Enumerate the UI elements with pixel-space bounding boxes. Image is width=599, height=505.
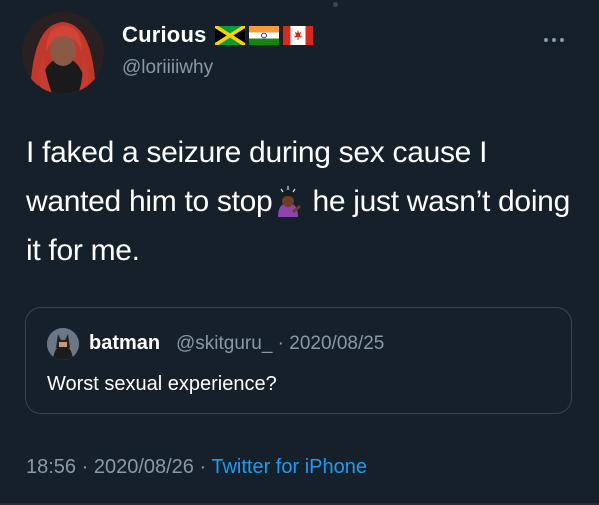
person-tipping-hand-emoji bbox=[278, 186, 302, 217]
jamaica-flag-icon bbox=[215, 26, 245, 45]
india-flag-icon bbox=[249, 26, 279, 45]
author-avatar[interactable] bbox=[22, 12, 104, 94]
quote-author-avatar[interactable] bbox=[47, 328, 79, 360]
tweet-timestamp[interactable]: 18:56 · 2020/08/26 · bbox=[26, 456, 211, 478]
more-options-icon[interactable] bbox=[542, 36, 566, 44]
author-flags bbox=[215, 26, 313, 45]
top-indicator-dot bbox=[333, 2, 338, 7]
quote-author-name[interactable]: batman bbox=[89, 332, 160, 355]
author-handle[interactable]: @loriiiiwhy bbox=[122, 57, 213, 79]
tweet-source-link[interactable]: Twitter for iPhone bbox=[211, 456, 367, 478]
quoted-tweet[interactable]: batman @skitguru_ · 2020/08/25 Worst sex… bbox=[25, 307, 572, 414]
batman-avatar-image bbox=[47, 328, 79, 360]
author-name[interactable]: Curious bbox=[122, 22, 207, 48]
canada-flag-icon bbox=[283, 26, 313, 45]
quote-author-meta[interactable]: @skitguru_ · 2020/08/25 bbox=[176, 333, 384, 355]
avatar-image bbox=[22, 12, 104, 94]
tweet-text: I faked a seizure during sex cause I wan… bbox=[26, 128, 571, 275]
quote-text: Worst sexual experience? bbox=[47, 373, 277, 395]
tweet-footer: 18:56 · 2020/08/26 · Twitter for iPhone bbox=[26, 456, 367, 479]
tweet-card: Curious @loriiiiwhy I faked a seizure du… bbox=[0, 0, 599, 505]
